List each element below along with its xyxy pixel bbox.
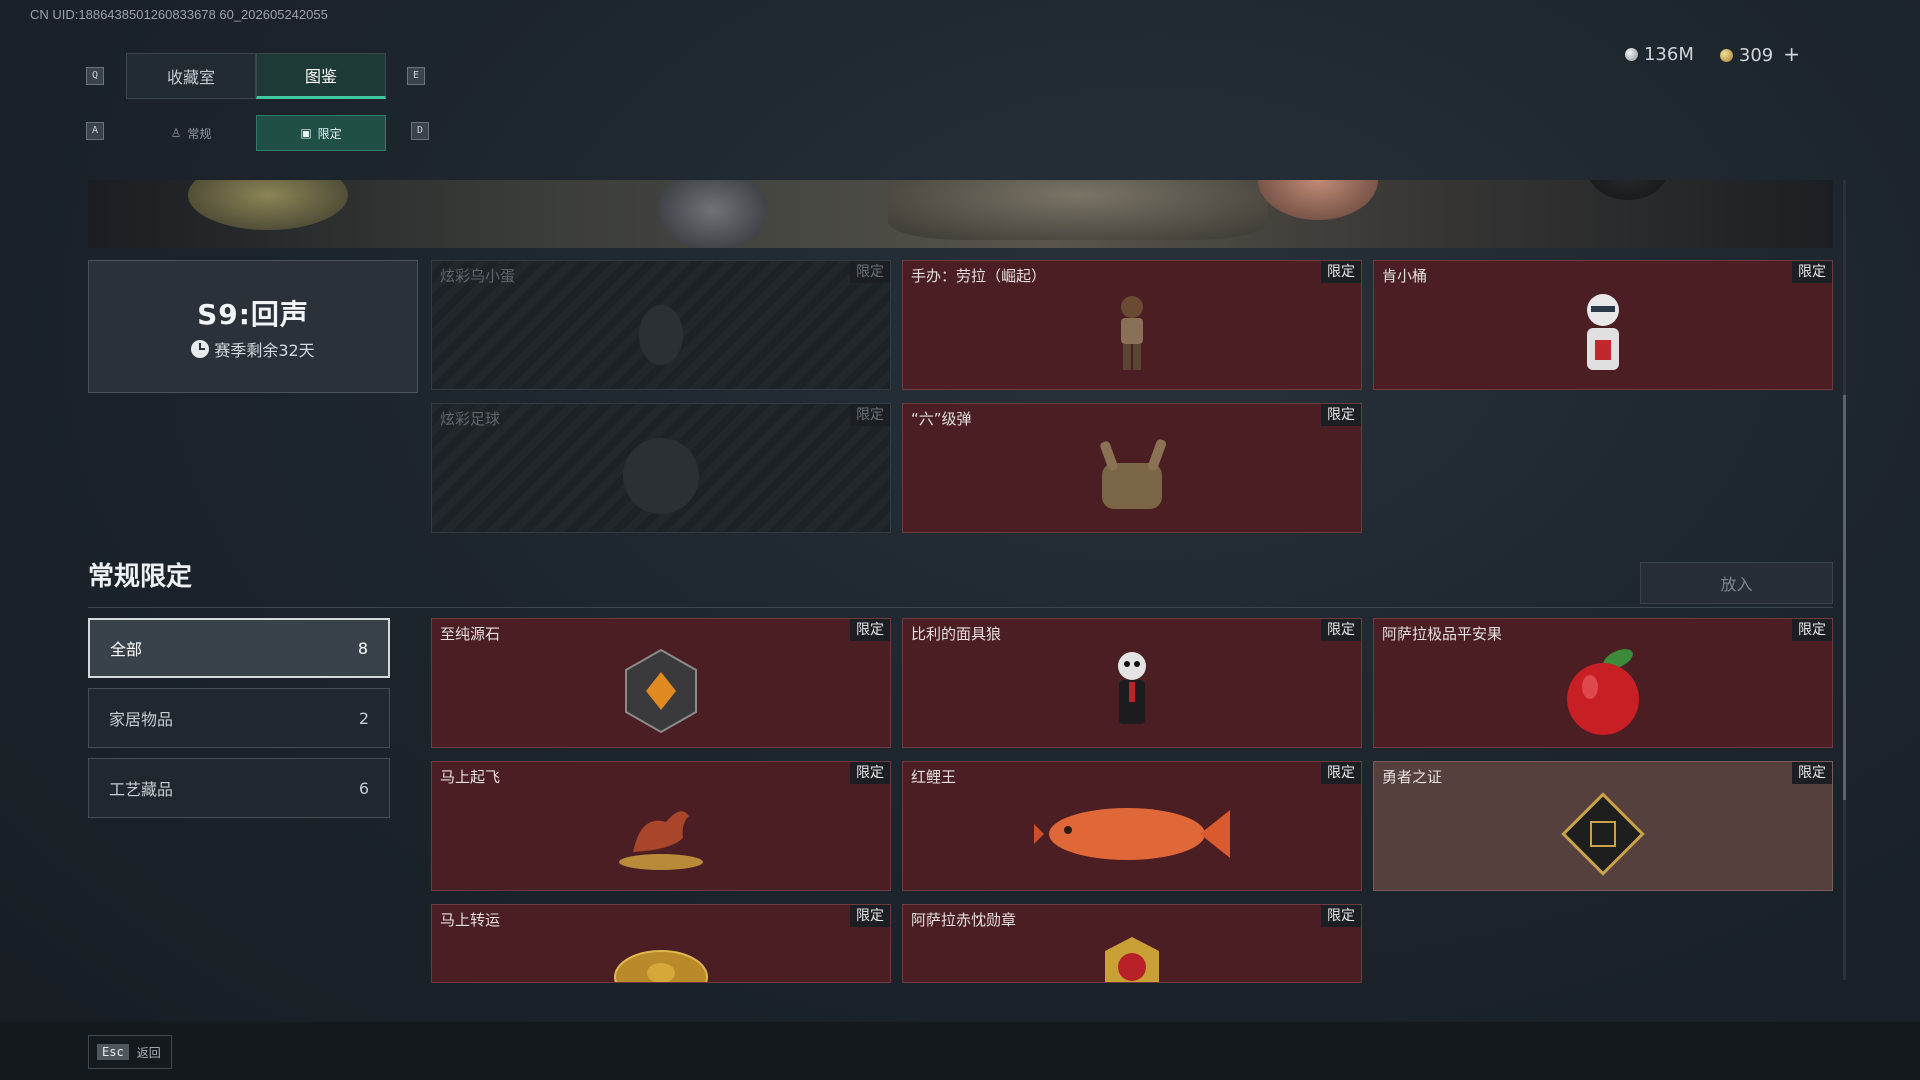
season-remaining-text: 赛季剩余32天 — [214, 340, 315, 360]
subtab-limited[interactable]: ▣ 限定 — [256, 115, 386, 151]
limited-tag: 限定 — [1321, 619, 1361, 641]
gold-coin-icon — [1719, 49, 1733, 62]
item-name: 马上转运 — [440, 911, 501, 929]
currency-bar: 136M 309 + — [1624, 42, 1800, 66]
key-hint-e: E — [407, 67, 425, 85]
regular-icon: ♙ — [170, 126, 182, 140]
season-title: S9:回声 — [197, 297, 309, 331]
key-hint-a: A — [86, 122, 104, 140]
item-name: 红鲤王 — [911, 768, 957, 786]
item-card-billy-puppet[interactable]: 比利的面具狼 限定 — [902, 618, 1362, 748]
item-name: 阿萨拉极品平安果 — [1382, 625, 1503, 643]
tab-codex[interactable]: 图鉴 — [256, 53, 386, 99]
place-button[interactable]: 放入 — [1640, 562, 1833, 604]
main-tabs: 收藏室 图鉴 — [126, 53, 386, 99]
item-card-pure-source-stone[interactable]: 至纯源石 限定 — [431, 618, 891, 748]
season-banner-image — [88, 180, 1833, 248]
season-remaining: 赛季剩余32天 — [191, 337, 315, 361]
category-count: 2 — [358, 708, 369, 728]
limited-tag: 限定 — [850, 905, 890, 927]
apple-icon — [1558, 643, 1648, 743]
limited-tag: 限定 — [1321, 905, 1361, 927]
limited-tag: 限定 — [850, 762, 890, 784]
category-count: 6 — [358, 778, 369, 798]
back-button[interactable]: Esc 返回 — [88, 1035, 172, 1069]
carp-fish-icon — [1032, 794, 1232, 878]
figure-icon — [1107, 291, 1157, 379]
clock-icon — [191, 339, 210, 358]
limited-tag: 限定 — [1792, 762, 1832, 784]
item-name: 阿萨拉赤忱勋章 — [911, 911, 1017, 929]
medal-badge-icon — [1097, 933, 1167, 982]
item-name: 炫彩足球 — [440, 410, 501, 428]
item-card-asala-medal[interactable]: 阿萨拉赤忱勋章 限定 — [902, 904, 1362, 983]
limited-tag: 限定 — [850, 404, 890, 426]
item-name: 手办：劳拉（崛起） — [911, 267, 1047, 285]
subtab-regular[interactable]: ♙ 常规 — [126, 115, 256, 151]
gold-coin-medal-icon — [611, 933, 711, 982]
scrollbar-thumb[interactable] — [1843, 395, 1846, 800]
item-name: 勇者之证 — [1382, 768, 1443, 786]
limited-tag: 限定 — [1321, 762, 1361, 784]
diamond-card-icon — [1553, 784, 1653, 888]
item-name: 炫彩乌小蛋 — [440, 267, 516, 285]
gold-amount: 309 — [1738, 45, 1774, 66]
colonel-figure-icon — [1575, 290, 1631, 380]
sub-tabs: ♙ 常规 ▣ 限定 — [126, 115, 386, 151]
silver-coin-icon — [1624, 47, 1638, 61]
item-card-lara-figure[interactable]: 手办：劳拉（崛起） 限定 — [902, 260, 1362, 390]
category-label: 全部 — [110, 640, 143, 659]
section-divider — [88, 607, 1833, 608]
subtab-limited-label: 限定 — [317, 126, 342, 141]
item-name: 肯小桶 — [1382, 267, 1428, 285]
limited-tag: 限定 — [850, 261, 890, 283]
category-all[interactable]: 全部 8 — [88, 618, 390, 678]
limited-icon: ▣ — [300, 126, 312, 140]
item-card-six-level-bullet[interactable]: “六”级弹 限定 — [902, 403, 1362, 533]
limited-tag: 限定 — [1321, 404, 1361, 426]
item-name: 马上起飞 — [440, 768, 501, 786]
hand-gesture-icon — [1082, 433, 1182, 523]
esc-key: Esc — [97, 1044, 129, 1060]
tab-collection-room[interactable]: 收藏室 — [126, 53, 256, 99]
item-card-kfc-bucket[interactable]: 肯小桶 限定 — [1373, 260, 1833, 390]
season-panel: S9:回声 赛季剩余32天 — [88, 260, 418, 393]
item-card-colorful-football[interactable]: 炫彩足球 限定 — [431, 403, 891, 533]
limited-tag: 限定 — [1792, 261, 1832, 283]
footer-bar — [0, 1022, 1920, 1080]
category-label: 家居物品 — [109, 710, 174, 729]
item-card-horse-luck[interactable]: 马上转运 限定 — [431, 904, 891, 983]
subtab-regular-label: 常规 — [187, 126, 212, 141]
item-name: “六”级弹 — [911, 410, 972, 428]
egg-icon — [631, 293, 691, 377]
key-hint-q: Q — [86, 67, 104, 85]
item-name: 至纯源石 — [440, 625, 501, 643]
category-household[interactable]: 家居物品 2 — [88, 688, 390, 748]
item-card-brave-proof[interactable]: 勇者之证 限定 — [1373, 761, 1833, 891]
item-card-red-carp-king[interactable]: 红鲤王 限定 — [902, 761, 1362, 891]
item-name: 比利的面具狼 — [911, 625, 1002, 643]
puppet-icon — [1107, 648, 1157, 738]
horse-statue-icon — [611, 794, 711, 878]
limited-tag: 限定 — [1792, 619, 1832, 641]
item-card-horse-takeoff[interactable]: 马上起飞 限定 — [431, 761, 891, 891]
limited-tag: 限定 — [850, 619, 890, 641]
item-card-peace-apple[interactable]: 阿萨拉极品平安果 限定 — [1373, 618, 1833, 748]
key-hint-d: D — [411, 122, 429, 140]
add-currency-button[interactable]: + — [1783, 42, 1800, 66]
gold-currency: 309 + — [1719, 42, 1800, 66]
silver-currency: 136M — [1624, 43, 1694, 65]
silver-amount: 136M — [1643, 43, 1694, 65]
back-label: 返回 — [136, 1045, 161, 1060]
category-crafts[interactable]: 工艺藏品 6 — [88, 758, 390, 818]
category-label: 工艺藏品 — [109, 780, 174, 799]
limited-tag: 限定 — [1321, 261, 1361, 283]
category-count: 8 — [357, 638, 368, 658]
football-icon — [619, 434, 703, 522]
crystal-stone-icon — [616, 646, 706, 740]
section-title: 常规限定 — [88, 562, 193, 592]
item-card-colorful-egg[interactable]: 炫彩乌小蛋 限定 — [431, 260, 891, 390]
uid-text: CN UID:1886438501260833678 60_2026052420… — [30, 7, 328, 22]
